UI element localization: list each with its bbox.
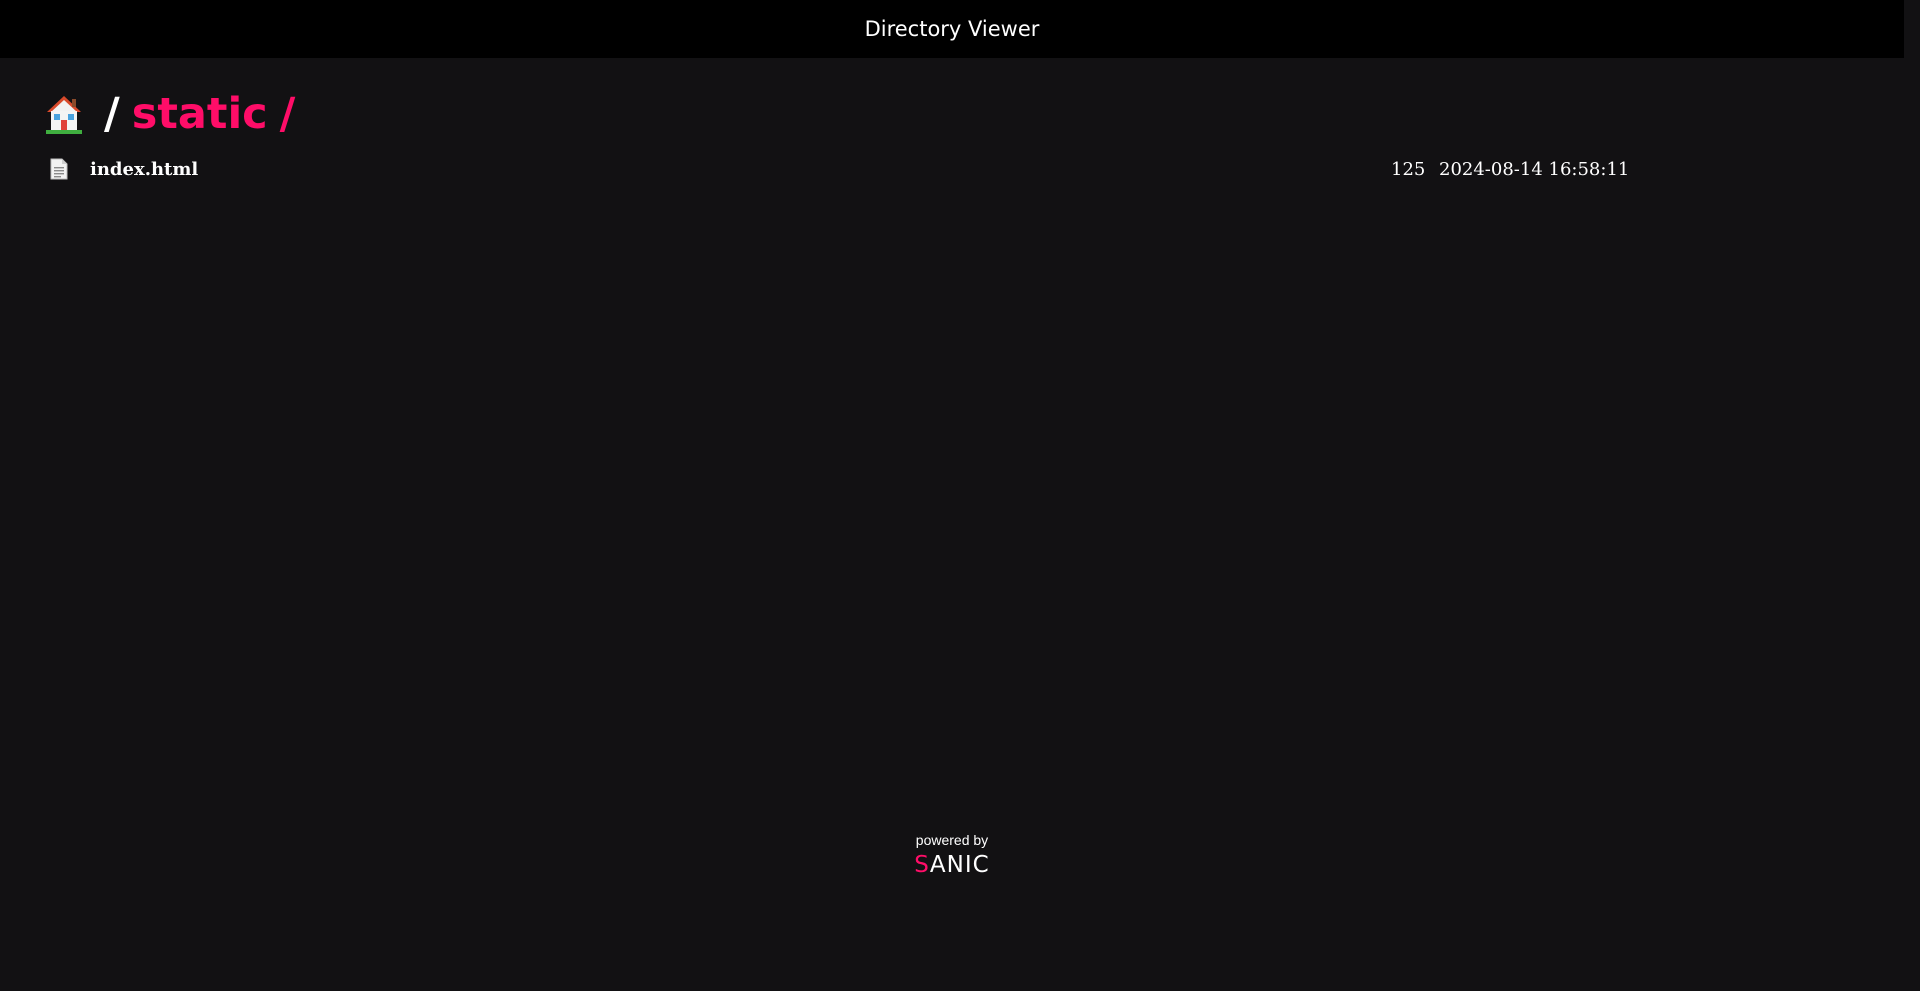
document-icon (50, 158, 68, 180)
file-size: 125 (1391, 158, 1426, 180)
page-title: Directory Viewer (864, 17, 1040, 41)
house-icon[interactable] (44, 92, 84, 136)
file-list: index.html 125 2024-08-14 16:58:11 (50, 154, 1630, 184)
file-row[interactable]: index.html 125 2024-08-14 16:58:11 (50, 154, 1630, 184)
breadcrumb-separator: / (104, 89, 120, 139)
sanic-logo-text: ANIC (929, 852, 990, 878)
breadcrumb-trailing-separator: / (279, 89, 296, 139)
file-name-link[interactable]: index.html (90, 159, 198, 180)
breadcrumb-current-folder[interactable]: static (132, 89, 268, 139)
powered-by-caption: powered by (915, 832, 989, 848)
sanic-logo-s: S (914, 852, 930, 878)
breadcrumb: / static / (44, 88, 295, 140)
top-bar: Directory Viewer (0, 0, 1904, 58)
footer: powered by S ANIC (0, 832, 1904, 878)
file-modified-date: 2024-08-14 16:58:11 (1439, 158, 1630, 180)
scrollbar-track[interactable] (1904, 0, 1920, 991)
sanic-logo[interactable]: S ANIC (914, 852, 989, 878)
